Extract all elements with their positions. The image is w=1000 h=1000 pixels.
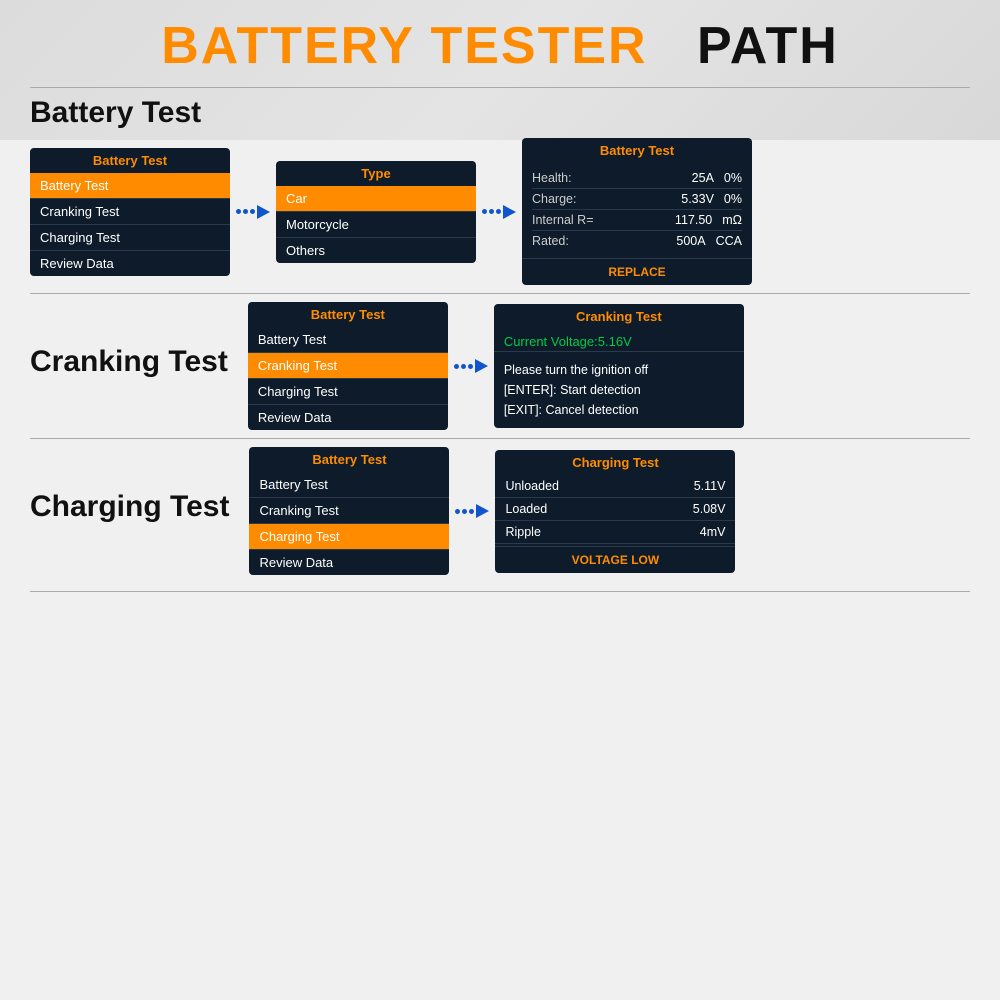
arrow-4 xyxy=(455,504,489,518)
dot-10 xyxy=(455,509,460,514)
cranking-result-screen: Cranking Test Current Voltage:5.16V Plea… xyxy=(494,304,744,428)
charging-test-section: Charging Test Battery Test Battery Test … xyxy=(0,439,1000,583)
battery-test-title: Battery Test xyxy=(30,96,970,130)
ripple-value: 4mV xyxy=(700,525,726,539)
title-orange: BATTERY TESTER xyxy=(161,17,647,75)
cranking-menu-item-2[interactable]: Charging Test xyxy=(248,379,448,405)
battery-result-footer: REPLACE xyxy=(522,258,752,285)
charging-test-title: Charging Test xyxy=(30,490,229,524)
battery-menu-item-2[interactable]: Charging Test xyxy=(30,225,230,251)
dot-12 xyxy=(469,509,474,514)
battery-menu-header: Battery Test xyxy=(30,148,230,173)
health-values: 25A 0% xyxy=(692,171,742,185)
type-screen-header: Type xyxy=(276,161,476,186)
charging-menu-header: Battery Test xyxy=(249,447,449,472)
result-row-internal: Internal R= 117.50 mΩ xyxy=(532,210,742,231)
divider-bottom xyxy=(30,591,970,592)
dot-6 xyxy=(496,209,501,214)
dot-2 xyxy=(243,209,248,214)
battery-result-body: Health: 25A 0% Charge: 5.33V 0% Internal R… xyxy=(522,163,752,256)
arrow-3 xyxy=(454,359,488,373)
charging-row-loaded: Loaded 5.08V xyxy=(495,498,735,521)
unloaded-label: Unloaded xyxy=(505,479,559,493)
cranking-instructions: Please turn the ignition off [ENTER]: St… xyxy=(494,352,744,428)
health-label: Health: xyxy=(532,171,572,185)
dot-3 xyxy=(250,209,255,214)
charge-val1: 5.33V xyxy=(681,192,714,206)
internal-val2: mΩ xyxy=(722,213,742,227)
dot-1 xyxy=(236,209,241,214)
health-val2: 0% xyxy=(724,171,742,185)
battery-test-flow: Battery Test Battery Test Cranking Test … xyxy=(30,138,970,285)
result-row-charge: Charge: 5.33V 0% xyxy=(532,189,742,210)
charging-menu-item-2[interactable]: Charging Test xyxy=(249,524,449,550)
dot-11 xyxy=(462,509,467,514)
loaded-label: Loaded xyxy=(505,502,547,516)
charging-row-unloaded: Unloaded 5.11V xyxy=(495,475,735,498)
title-black: PATH xyxy=(697,17,839,75)
cranking-result-header: Cranking Test xyxy=(494,304,744,329)
unloaded-value: 5.11V xyxy=(694,479,726,493)
type-item-motorcycle[interactable]: Motorcycle xyxy=(276,212,476,238)
rated-values: 500A CCA xyxy=(676,234,742,248)
health-val1: 25A xyxy=(692,171,714,185)
dot-4 xyxy=(482,209,487,214)
charging-menu-item-0[interactable]: Battery Test xyxy=(249,472,449,498)
arrow-head-2 xyxy=(503,205,516,219)
internal-label: Internal R= xyxy=(532,213,594,227)
cranking-menu-screen: Battery Test Battery Test Cranking Test … xyxy=(248,302,448,430)
cranking-menu-item-1[interactable]: Cranking Test xyxy=(248,353,448,379)
charge-label: Charge: xyxy=(532,192,576,206)
charge-values: 5.33V 0% xyxy=(681,192,742,206)
charging-result-screen: Charging Test Unloaded 5.11V Loaded 5.08… xyxy=(495,450,735,573)
charging-row-ripple: Ripple 4mV xyxy=(495,521,735,544)
charging-test-flow: Battery Test Battery Test Cranking Test … xyxy=(249,447,735,575)
cranking-menu-header: Battery Test xyxy=(248,302,448,327)
battery-menu-screen: Battery Test Battery Test Cranking Test … xyxy=(30,148,230,276)
arrow-head-3 xyxy=(475,359,488,373)
battery-menu-item-1[interactable]: Cranking Test xyxy=(30,199,230,225)
page-content: BATTERY TESTER PATH Battery Test Battery… xyxy=(0,0,1000,592)
rated-val1: 500A xyxy=(676,234,705,248)
rated-label: Rated: xyxy=(532,234,569,248)
internal-values: 117.50 mΩ xyxy=(675,213,742,227)
battery-menu-item-0[interactable]: Battery Test xyxy=(30,173,230,199)
dot-5 xyxy=(489,209,494,214)
loaded-value: 5.08V xyxy=(693,502,726,516)
arrow-2 xyxy=(482,205,516,219)
charging-menu-screen: Battery Test Battery Test Cranking Test … xyxy=(249,447,449,575)
page-header: BATTERY TESTER PATH xyxy=(0,0,1000,87)
cranking-voltage: Current Voltage:5.16V xyxy=(494,329,744,352)
dot-9 xyxy=(468,364,473,369)
charge-val2: 0% xyxy=(724,192,742,206)
ripple-label: Ripple xyxy=(505,525,540,539)
type-item-others[interactable]: Others xyxy=(276,238,476,263)
dot-7 xyxy=(454,364,459,369)
arrow-head-1 xyxy=(257,205,270,219)
cranking-menu-item-0[interactable]: Battery Test xyxy=(248,327,448,353)
result-row-rated: Rated: 500A CCA xyxy=(532,231,742,251)
cranking-test-flow: Battery Test Battery Test Cranking Test … xyxy=(248,302,744,430)
cranking-test-section: Cranking Test Battery Test Battery Test … xyxy=(0,294,1000,438)
rated-val2: CCA xyxy=(716,234,742,248)
type-screen: Type Car Motorcycle Others xyxy=(276,161,476,263)
cranking-test-title: Cranking Test xyxy=(30,345,228,379)
battery-result-header: Battery Test xyxy=(522,138,752,163)
charging-menu-item-1[interactable]: Cranking Test xyxy=(249,498,449,524)
page-title: BATTERY TESTER PATH xyxy=(0,18,1000,75)
charging-result-footer: VOLTAGE LOW xyxy=(495,546,735,573)
dot-8 xyxy=(461,364,466,369)
charging-result-header: Charging Test xyxy=(495,450,735,475)
arrow-head-4 xyxy=(476,504,489,518)
result-row-health: Health: 25A 0% xyxy=(532,168,742,189)
arrow-1 xyxy=(236,205,270,219)
battery-test-section: Battery Test Battery Test Battery Test C… xyxy=(0,88,1000,293)
internal-val1: 117.50 xyxy=(675,213,712,227)
battery-menu-item-3[interactable]: Review Data xyxy=(30,251,230,276)
charging-menu-item-3[interactable]: Review Data xyxy=(249,550,449,575)
type-item-car[interactable]: Car xyxy=(276,186,476,212)
battery-result-screen: Battery Test Health: 25A 0% Charge: 5.33V… xyxy=(522,138,752,285)
cranking-menu-item-3[interactable]: Review Data xyxy=(248,405,448,430)
